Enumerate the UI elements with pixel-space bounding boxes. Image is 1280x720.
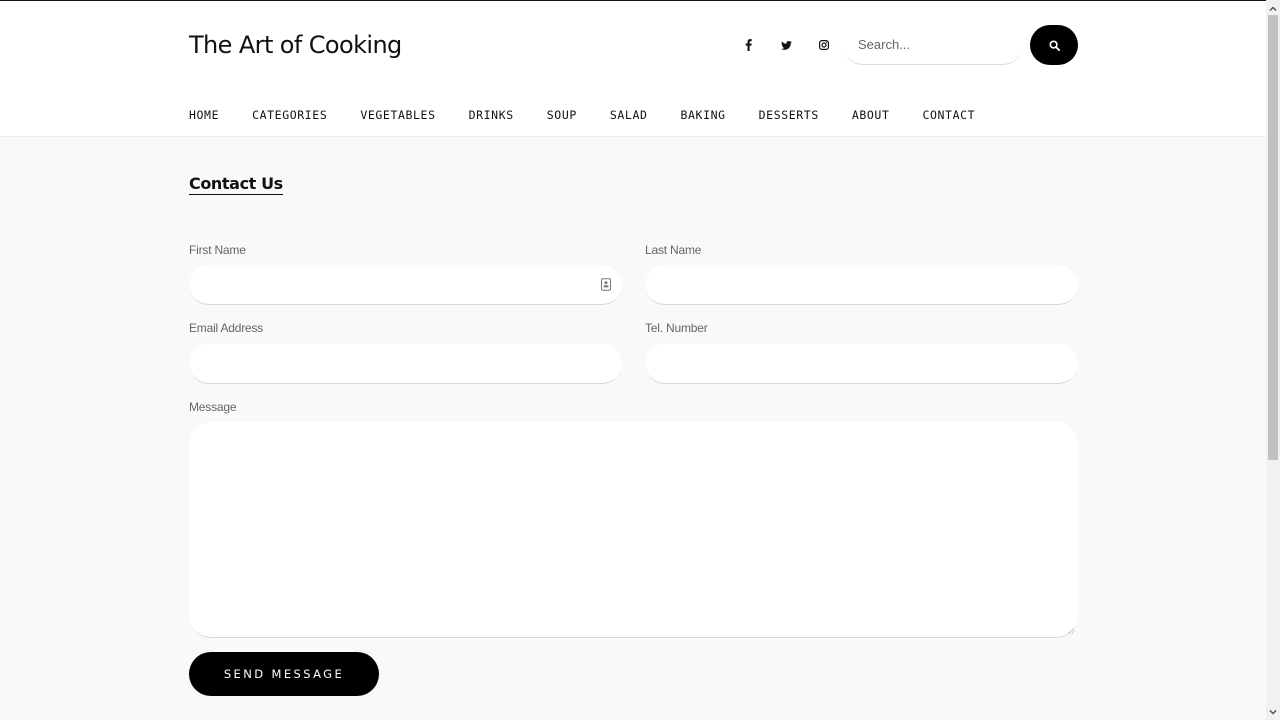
nav-soup[interactable]: SOUP bbox=[547, 108, 577, 122]
main-nav: HOME CATEGORIES VEGETABLES DRINKS SOUP S… bbox=[189, 108, 1008, 122]
search-input[interactable] bbox=[843, 25, 1023, 65]
nav-salad[interactable]: SALAD bbox=[610, 108, 648, 122]
email-label: Email Address bbox=[189, 321, 264, 335]
page-title: Contact Us bbox=[189, 174, 283, 195]
nav-drinks[interactable]: DRINKS bbox=[469, 108, 514, 122]
nav-home[interactable]: HOME bbox=[189, 108, 219, 122]
first-name-label: First Name bbox=[189, 243, 246, 257]
tel-label: Tel. Number bbox=[645, 321, 708, 335]
scroll-up-icon[interactable] bbox=[1266, 1, 1280, 15]
resize-grip-icon[interactable] bbox=[1066, 626, 1075, 635]
message-label: Message bbox=[189, 400, 237, 414]
scroll-down-icon[interactable] bbox=[1266, 705, 1280, 719]
nav-categories[interactable]: CATEGORIES bbox=[252, 108, 327, 122]
twitter-icon[interactable] bbox=[776, 35, 796, 55]
scrollbar-thumb[interactable] bbox=[1268, 15, 1278, 460]
site-brand[interactable]: The Art of Cooking bbox=[189, 31, 402, 59]
last-name-label: Last Name bbox=[645, 243, 702, 257]
last-name-field[interactable] bbox=[645, 265, 1078, 305]
search-icon bbox=[1048, 39, 1060, 51]
first-name-field[interactable] bbox=[189, 265, 622, 305]
nav-vegetables[interactable]: VEGETABLES bbox=[360, 108, 435, 122]
nav-baking[interactable]: BAKING bbox=[681, 108, 726, 122]
facebook-icon[interactable] bbox=[738, 35, 758, 55]
nav-contact[interactable]: CONTACT bbox=[922, 108, 975, 122]
search-button[interactable] bbox=[1030, 25, 1078, 65]
email-field[interactable] bbox=[189, 344, 622, 384]
instagram-icon[interactable] bbox=[814, 35, 834, 55]
message-field[interactable] bbox=[189, 422, 1078, 638]
site-header: The Art of Cooking HOME CATEGORIES VEGET… bbox=[0, 1, 1266, 137]
nav-desserts[interactable]: DESSERTS bbox=[759, 108, 819, 122]
nav-about[interactable]: ABOUT bbox=[852, 108, 890, 122]
send-message-button[interactable]: SEND MESSAGE bbox=[189, 652, 379, 696]
tel-field[interactable] bbox=[645, 344, 1078, 384]
